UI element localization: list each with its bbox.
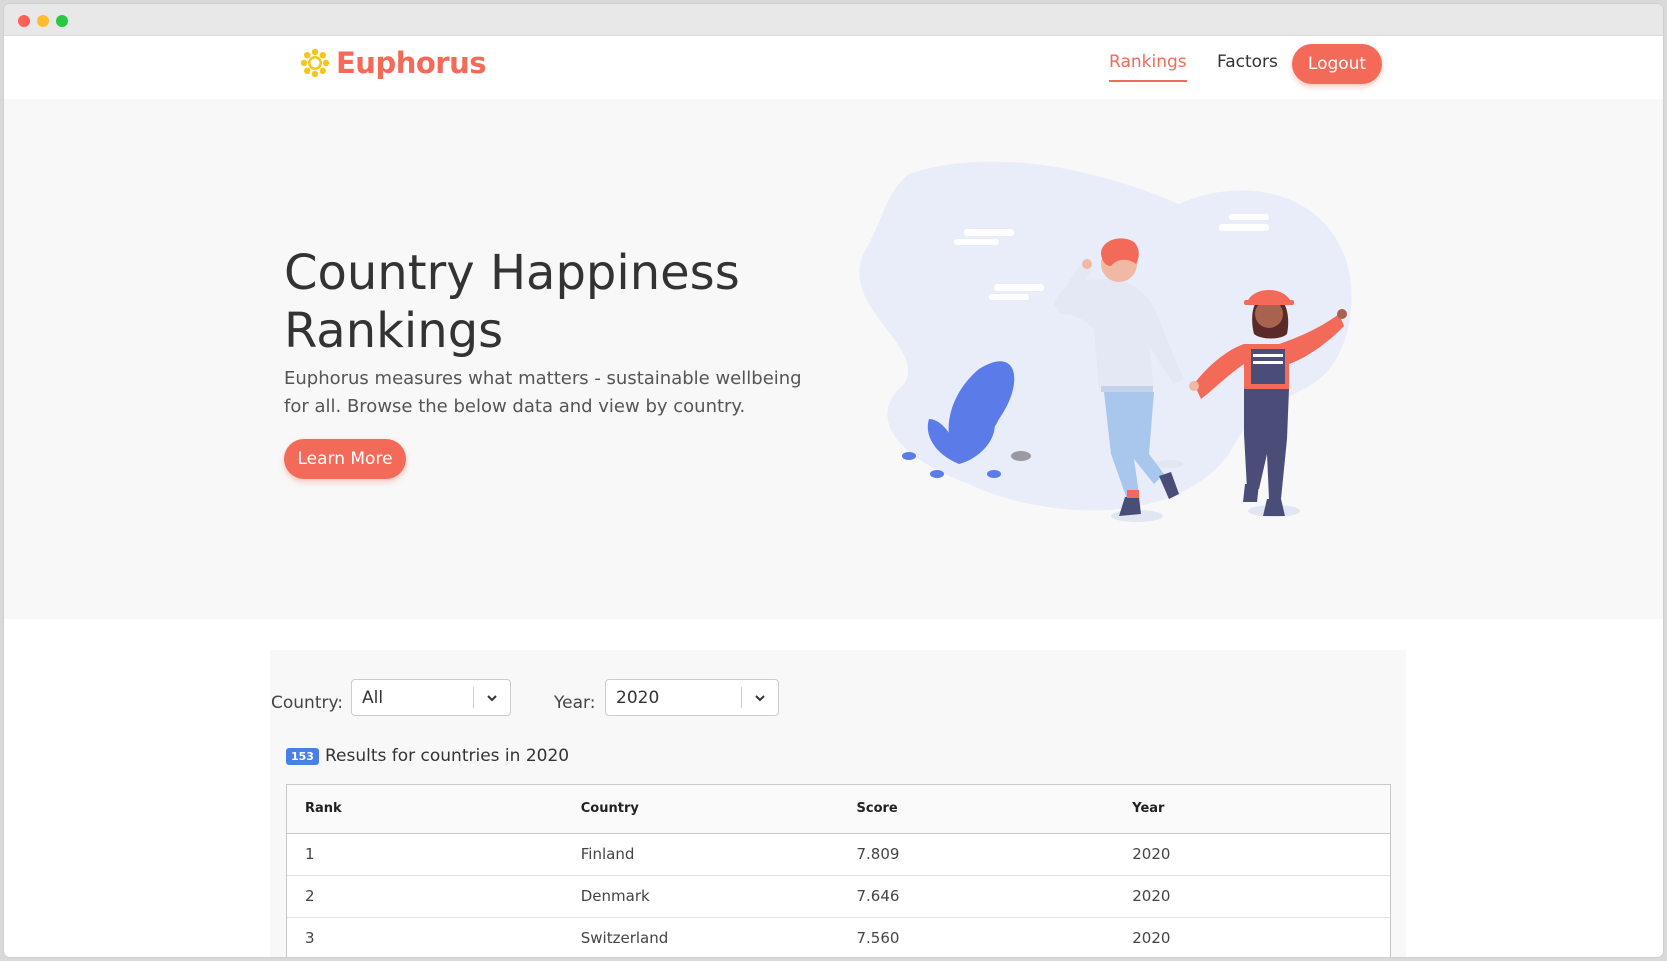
chevron-down-icon[interactable] — [742, 680, 778, 715]
country-cell: Switzerland — [562, 917, 839, 957]
browser-window: Euphorus Rankings Factors Logout Country… — [4, 4, 1663, 957]
brand-name: Euphorus — [336, 46, 487, 80]
rank-cell: 3 — [287, 917, 563, 957]
results-text: Results for countries in 2020 — [324, 746, 570, 766]
year-cell: 2020 — [1114, 917, 1390, 957]
country-cell: Finland — [562, 833, 839, 876]
navbar: Euphorus Rankings Factors Logout — [4, 36, 1663, 99]
chevron-down-icon[interactable] — [474, 680, 510, 715]
score-cell: 7.560 — [838, 917, 1115, 957]
country-filter-label: Country: — [271, 693, 344, 713]
table-header-row: Rank Country Score Year — [287, 785, 1390, 834]
country-select-value: All — [362, 687, 384, 708]
rank-cell: 1 — [287, 833, 563, 876]
rankings-table: Rank Country Score Year 1 Finland 7.809 … — [286, 784, 1391, 957]
column-header-rank[interactable]: Rank — [287, 785, 563, 834]
rank-cell: 2 — [287, 875, 563, 918]
results-summary: 153 Results for countries in 2020 — [286, 746, 569, 766]
hero-section: Country Happiness Rankings Euphorus meas… — [4, 99, 1663, 619]
minimize-window-button[interactable] — [37, 15, 49, 27]
country-cell: Denmark — [562, 875, 839, 918]
maximize-window-button[interactable] — [56, 15, 68, 27]
score-cell: 7.809 — [838, 833, 1115, 876]
close-window-button[interactable] — [18, 15, 30, 27]
sun-logo-icon — [300, 48, 330, 78]
page-title: Country Happiness Rankings — [284, 245, 740, 359]
happy-people-illustration — [859, 161, 1352, 522]
column-header-year[interactable]: Year — [1114, 785, 1390, 834]
nav-factors-link[interactable]: Factors — [1217, 52, 1278, 72]
year-select-value: 2020 — [616, 687, 660, 708]
column-header-country[interactable]: Country — [562, 785, 839, 834]
year-filter-label: Year: — [554, 693, 596, 713]
table-row[interactable]: 1 Finland 7.809 2020 — [287, 833, 1390, 876]
window-titlebar — [4, 4, 1663, 36]
logo[interactable]: Euphorus — [300, 46, 487, 80]
score-cell: 7.646 — [838, 875, 1115, 918]
nav-rankings-link[interactable]: Rankings — [1109, 52, 1187, 82]
year-cell: 2020 — [1114, 875, 1390, 918]
results-count-badge: 153 — [286, 747, 319, 765]
hero-subtitle: Euphorus measures what matters - sustain… — [284, 368, 802, 417]
column-header-score[interactable]: Score — [838, 785, 1115, 834]
year-select[interactable]: 2020 — [605, 679, 779, 716]
logout-button[interactable]: Logout — [1292, 44, 1382, 84]
country-select[interactable]: All — [351, 679, 511, 716]
table-row[interactable]: 2 Denmark 7.646 2020 — [287, 875, 1390, 918]
year-cell: 2020 — [1114, 833, 1390, 876]
table-row[interactable]: 3 Switzerland 7.560 2020 — [287, 917, 1390, 957]
learn-more-button[interactable]: Learn More — [284, 439, 406, 479]
rankings-panel: Country: All Year: 2020 153 Results for … — [270, 650, 1406, 957]
